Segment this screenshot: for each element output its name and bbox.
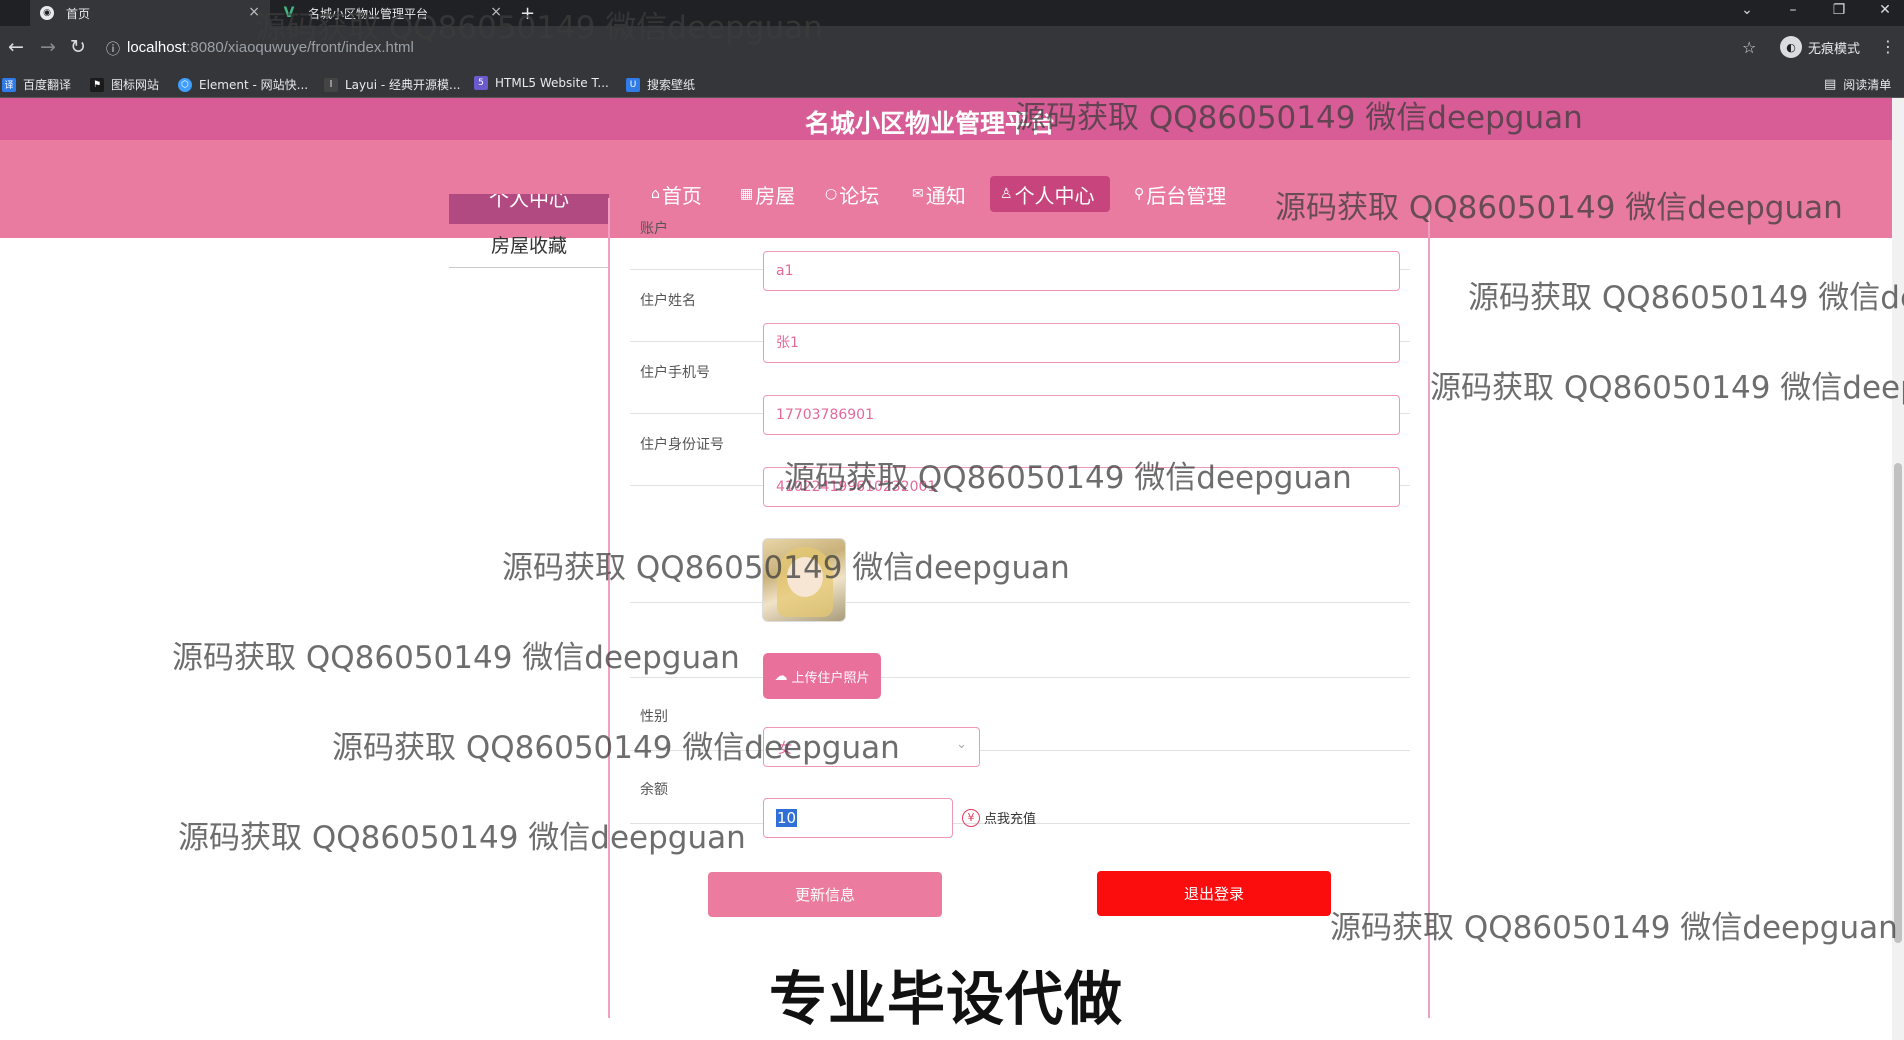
tab-title: 名城小区物业管理平台 <box>308 6 429 21</box>
gender-label: 性别 <box>640 709 668 725</box>
url-host: localhost <box>127 39 187 56</box>
tab-search-icon[interactable]: ⌄ <box>1732 2 1762 18</box>
form-row-photo <box>630 486 1410 603</box>
wallpaper-icon: U <box>626 77 640 92</box>
incognito-label: 无痕模式 <box>1808 41 1861 57</box>
photo-face <box>787 557 823 597</box>
name-label: 住户姓名 <box>640 293 696 309</box>
balance-input[interactable]: 10 <box>763 798 953 838</box>
minimize-icon[interactable]: – <box>1778 2 1808 18</box>
balance-value: 10 <box>776 809 798 827</box>
update-info-button[interactable]: 更新信息 <box>708 872 942 917</box>
reading-list-button[interactable]: ▤ 阅读清单 <box>1824 76 1891 93</box>
menu-icon[interactable]: ⋮ <box>1880 37 1896 56</box>
bookmark-label: 搜索壁纸 <box>647 78 696 92</box>
logout-button[interactable]: 退出登录 <box>1097 871 1331 916</box>
info-icon[interactable]: ⓘ <box>106 39 120 59</box>
site-header: 名城小区物业管理平台 <box>0 98 1892 140</box>
bookmark-item[interactable]: U 搜索壁纸 <box>626 76 695 93</box>
close-tab-icon[interactable]: × <box>248 4 260 20</box>
bookmarks-bar: 译 百度翻译 ⚑ 图标网站 ⬡ Element - 网站快... l Layui… <box>0 70 1904 98</box>
scrollbar-thumb[interactable] <box>1894 463 1902 943</box>
bookmark-label: 图标网站 <box>111 78 160 92</box>
reload-icon[interactable]: ↻ <box>70 36 86 58</box>
sidebar-item-personal-center[interactable]: 个人中心 <box>449 194 609 224</box>
form-row-gender: 性别 <box>630 678 1410 751</box>
page-viewport: 名城小区物业管理平台 ⌂ 首页 ▦ 房屋 ○ 论坛 ✉ 通知 ♙ 个人中心 ⚲ 后台管理 个… <box>0 98 1892 1040</box>
bookmark-item[interactable]: 译 百度翻译 <box>2 76 71 93</box>
bookmark-label: 百度翻译 <box>23 78 72 92</box>
address-bar: ← → ↻ ⓘ localhost:8080/xiaoquwuye/front/… <box>0 26 1904 70</box>
balance-label: 余额 <box>640 782 668 798</box>
close-tab-icon[interactable]: × <box>490 4 502 20</box>
url-field[interactable]: localhost:8080/xiaoquwuye/front/index.ht… <box>127 39 414 56</box>
globe-icon: ◉ <box>40 6 54 20</box>
bookmark-label: Layui - 经典开源模... <box>345 78 461 92</box>
bookmark-label: Element - 网站快... <box>199 78 309 92</box>
account-label: 账户 <box>640 221 668 237</box>
chevron-down-icon: ⌄ <box>956 737 967 752</box>
bookmark-label: HTML5 Website T... <box>495 76 609 90</box>
reading-list-label: 阅读清单 <box>1843 78 1892 92</box>
bookmark-item[interactable]: ⚑ 图标网站 <box>90 76 159 93</box>
back-icon[interactable]: ← <box>8 36 24 58</box>
yen-icon: ¥ <box>962 808 980 827</box>
bookmark-item[interactable]: 5 HTML5 Website T... <box>474 76 609 90</box>
tab-title: 首页 <box>66 6 91 21</box>
reading-list-icon: ▤ <box>1824 77 1837 92</box>
forward-icon[interactable]: → <box>40 36 56 58</box>
layui-icon: l <box>324 77 338 92</box>
form-row-upload <box>630 603 1410 678</box>
bookmark-item[interactable]: l Layui - 经典开源模... <box>324 76 460 93</box>
translate-icon: 译 <box>2 77 16 92</box>
url-path: :8080/xiaoquwuye/front/index.html <box>186 39 414 56</box>
sidebar-item-favorites[interactable]: 房屋收藏 <box>449 224 609 268</box>
id-card-label: 住户身份证号 <box>640 437 724 453</box>
restore-icon[interactable]: ❐ <box>1824 2 1854 18</box>
flag-icon: ⚑ <box>90 77 104 92</box>
browser-tab-platform[interactable]: V 名城小区物业管理平台 × <box>272 0 512 26</box>
phone-label: 住户手机号 <box>640 365 710 381</box>
site-title: 名城小区物业管理平台 <box>804 109 1055 138</box>
element-icon: ⬡ <box>178 77 192 92</box>
close-window-icon[interactable]: ✕ <box>1870 2 1900 18</box>
vue-icon: V <box>283 5 295 21</box>
browser-tab-strip: ◉ 首页 × V 名城小区物业管理平台 × + ⌄ – ❐ ✕ <box>0 0 1904 26</box>
browser-tab-home[interactable]: ◉ 首页 × <box>30 0 270 26</box>
video-caption: 专业毕设代做 <box>768 965 1123 1033</box>
incognito-indicator[interactable]: ◐ 无痕模式 <box>1780 36 1860 58</box>
page-scrollbar[interactable] <box>1892 98 1904 1040</box>
new-tab-button[interactable]: + <box>520 0 550 26</box>
incognito-icon: ◐ <box>1780 36 1802 58</box>
recharge-label: 点我充值 <box>984 812 1037 827</box>
html5-icon: 5 <box>474 76 488 90</box>
recharge-link[interactable]: ¥ 点我充值 <box>962 808 1036 827</box>
bookmark-item[interactable]: ⬡ Element - 网站快... <box>178 76 308 93</box>
star-icon[interactable]: ☆ <box>1742 38 1756 57</box>
